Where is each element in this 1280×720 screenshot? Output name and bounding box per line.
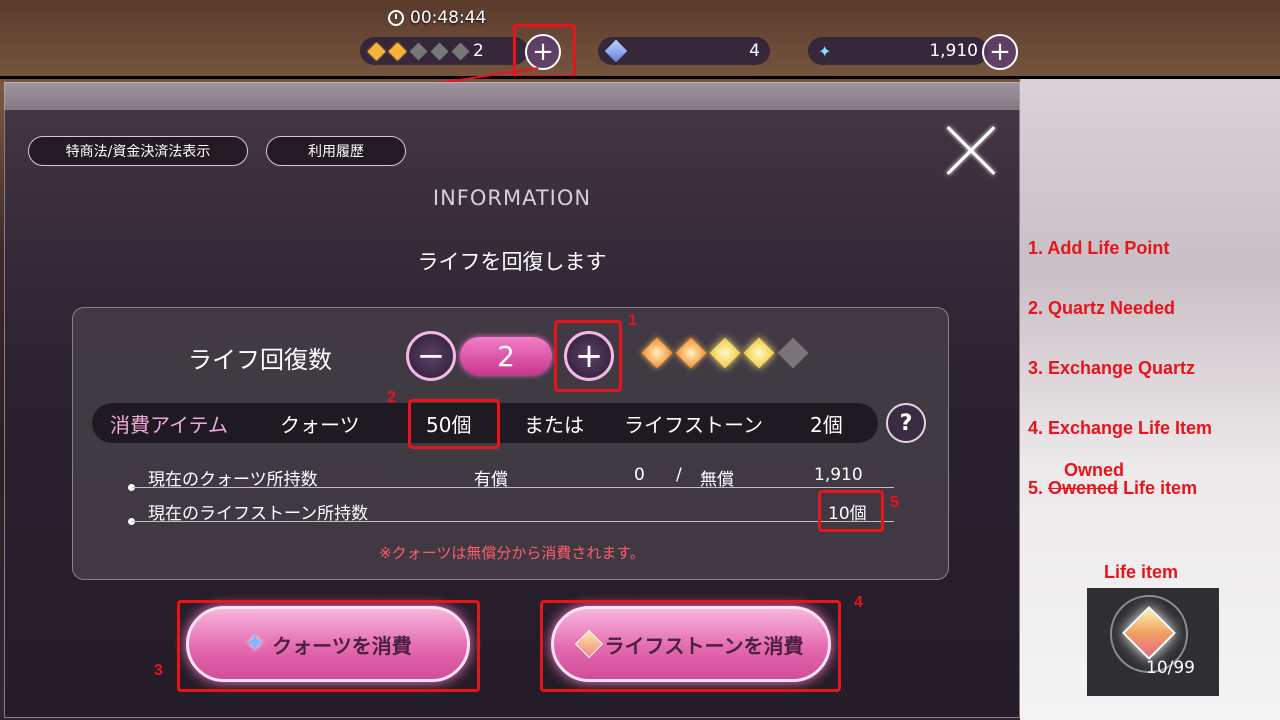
legend-5: 5. Owened Life item xyxy=(1028,478,1197,499)
life-item-title: Life item xyxy=(1104,562,1179,582)
divider xyxy=(0,76,1280,79)
quartz-count: 4 xyxy=(749,41,760,61)
life-recovery-label: ライフ回復数 xyxy=(188,346,332,374)
life-star-icon xyxy=(777,337,809,369)
life-star-icon xyxy=(367,41,386,61)
cost-or: または xyxy=(524,412,584,437)
annotation-box-1 xyxy=(554,320,622,392)
annotation-number-4: 4 xyxy=(854,594,863,611)
life-star-icon xyxy=(409,41,428,61)
dialog-top-band xyxy=(4,82,1020,110)
life-star-icon xyxy=(675,337,707,369)
cost-stone-label: ライフストーン xyxy=(624,412,763,437)
timer-text: 00:48:44 xyxy=(410,8,487,28)
row-divider xyxy=(132,521,894,522)
law-display-button[interactable]: 特商法/資金決済法表示 xyxy=(28,136,248,166)
star-count: 1,910 xyxy=(929,41,978,61)
legend-2: 2. Quartz Needed xyxy=(1028,298,1176,318)
add-star-button[interactable]: + xyxy=(982,34,1018,70)
quartz-icon xyxy=(604,39,628,63)
life-star-icon xyxy=(451,41,470,61)
cost-quartz-label: クォーツ xyxy=(280,412,360,437)
annotation-box-4 xyxy=(540,600,841,692)
annotation-box-3 xyxy=(177,600,480,692)
hud-star-currency: ✦ 1,910 xyxy=(808,37,988,65)
life-star-icon xyxy=(709,337,741,369)
legend-3: 3. Exchange Quartz xyxy=(1028,358,1196,378)
annotation-number-5: 5 xyxy=(890,494,899,511)
annotation-number-1: 1 xyxy=(628,312,637,329)
close-icon[interactable] xyxy=(944,124,998,178)
help-button[interactable]: ? xyxy=(886,403,926,443)
legend-1: 1. Add Life Point xyxy=(1028,238,1170,258)
usage-history-button[interactable]: 利用履歴 xyxy=(266,136,406,166)
legend-5-prefix: 5. xyxy=(1028,478,1044,498)
hud-life-bar: 2 xyxy=(360,37,528,65)
life-star-icon xyxy=(430,41,449,61)
life-star-icon xyxy=(743,337,775,369)
life-star-icon xyxy=(388,41,407,61)
life-count: 2 xyxy=(473,41,484,61)
star-currency-icon: ✦ xyxy=(818,41,832,61)
legend-5-struck: Owened xyxy=(1048,478,1119,498)
hud-timer: 00:48:44 xyxy=(388,8,486,28)
life-star-icon xyxy=(641,337,673,369)
hud-quartz: 4 xyxy=(598,37,770,65)
legend-5-suffix: Life item xyxy=(1123,478,1198,498)
annotation-number-3: 3 xyxy=(154,662,163,679)
cost-label: 消費アイテム xyxy=(110,412,228,437)
dialog-message: ライフを回復します xyxy=(417,250,607,274)
quartz-note: ※クォーツは無償分から消費されます。 xyxy=(379,544,645,562)
decrease-button[interactable]: − xyxy=(406,331,456,381)
annotation-box-2 xyxy=(408,399,500,449)
life-item-count: 10/99 xyxy=(1146,658,1195,678)
annotation-number-2: 2 xyxy=(387,389,396,406)
life-preview-stars xyxy=(641,337,809,369)
row-divider xyxy=(132,487,894,488)
free-value: 1,910 xyxy=(814,465,863,485)
annotation-box-5 xyxy=(818,490,884,532)
life-value: 2 xyxy=(460,337,552,375)
legend-4: 4. Exchange Life Item xyxy=(1028,418,1213,438)
paid-value: 0 xyxy=(634,465,645,485)
quartz-separator: / xyxy=(676,465,682,485)
cost-stone-amount: 2個 xyxy=(810,412,843,437)
clock-icon xyxy=(388,10,404,26)
dialog-title: INFORMATION xyxy=(432,186,592,210)
